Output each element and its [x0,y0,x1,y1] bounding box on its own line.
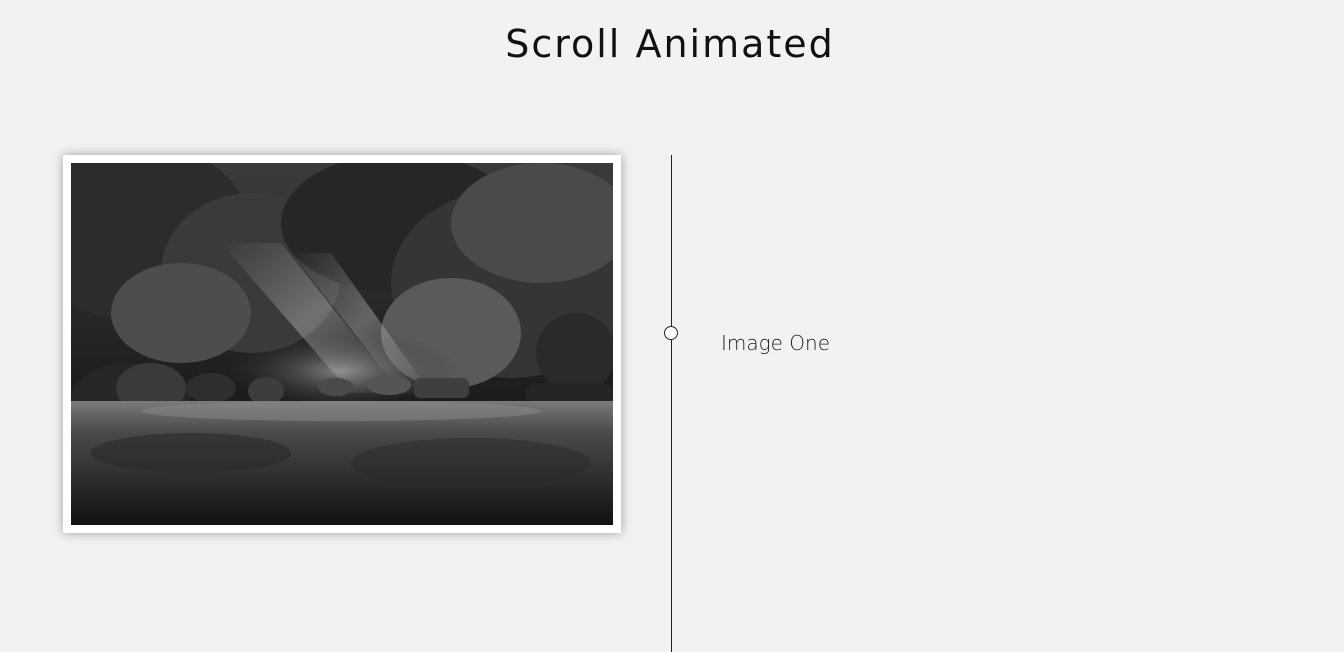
page: Scroll Animated Image One [0,0,1344,652]
timeline-item-caption: Image One [721,331,831,355]
timeline-line [671,155,672,652]
page-title: Scroll Animated [505,22,835,66]
timeline-marker-icon [664,326,678,340]
image-card [63,155,621,533]
forest-pond-photo [71,163,613,525]
